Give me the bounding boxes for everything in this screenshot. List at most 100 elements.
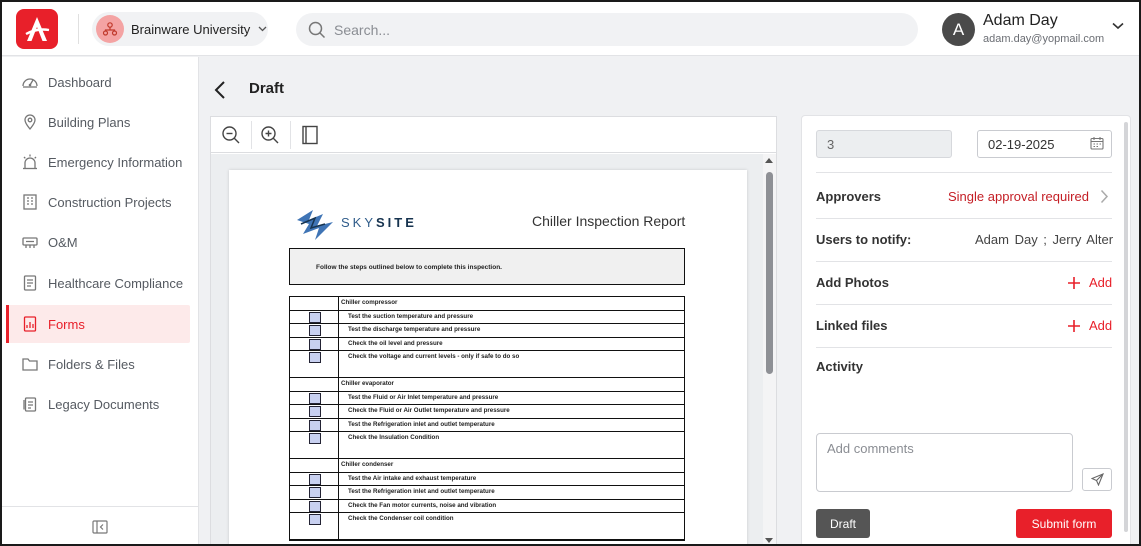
- draft-button[interactable]: Draft: [816, 509, 870, 538]
- checklist-check-cell: [290, 391, 339, 404]
- checklist-item-text: Test the Refrigeration inlet and outlet …: [348, 488, 495, 495]
- calendar-icon[interactable]: [1090, 136, 1104, 150]
- add-linked-files-button[interactable]: Add: [1068, 318, 1112, 333]
- instruction-box: Follow the steps outlined below to compl…: [289, 248, 685, 285]
- checklist-check-cell: [290, 351, 339, 377]
- checklist-checkbox[interactable]: [309, 392, 321, 404]
- form-number-field: 3: [816, 130, 952, 158]
- checklist-item-row: Test the suction temperature and pressur…: [290, 310, 684, 324]
- checklist-item-row: Check the voltage and current levels - o…: [290, 351, 684, 378]
- checklist-item-text: Test the suction temperature and pressur…: [348, 312, 474, 320]
- checklist-section-title: Chiller evaporator: [341, 380, 394, 387]
- checklist-checkbox[interactable]: [309, 406, 321, 417]
- map-pin-icon: [20, 112, 40, 132]
- app-logo[interactable]: [16, 9, 58, 49]
- checklist-checkbox[interactable]: [309, 352, 321, 363]
- checklist-checkbox[interactable]: [309, 514, 321, 525]
- checklist-check-cell: [290, 513, 339, 539]
- toolbar-separator: [251, 121, 252, 149]
- checklist-checkbox[interactable]: [309, 487, 321, 498]
- approvers-value[interactable]: Single approval required: [948, 189, 1089, 204]
- checklist-item-row: Test the Refrigeration inlet and outlet …: [290, 418, 684, 432]
- sidebar-item-label: Construction Projects: [48, 194, 172, 210]
- users-to-notify-value[interactable]: Adam Day ; Jerry Alter: [975, 232, 1113, 247]
- sidebar-item-healthcare-compliance[interactable]: Healthcare Compliance: [6, 264, 190, 302]
- checklist-check-cell: [290, 432, 339, 458]
- comments-input[interactable]: [816, 433, 1073, 492]
- panel-divider: [816, 218, 1112, 219]
- user-avatar[interactable]: A: [942, 13, 975, 46]
- zoom-out-button[interactable]: [219, 123, 243, 147]
- add-photos-button[interactable]: Add: [1068, 275, 1112, 290]
- checklist-section-title: Chiller compressor: [341, 299, 398, 306]
- app-logo-icon: [25, 17, 50, 41]
- instruction-text: Follow the steps outlined below to compl…: [316, 264, 502, 271]
- document-page: SKYSITE Chiller Inspection Report Follow…: [229, 170, 747, 544]
- checklist-item-text: Check the oil level and pressure: [348, 339, 443, 347]
- scroll-up-icon[interactable]: [765, 158, 773, 163]
- checklist-item-row: Check the oil level and pressure: [290, 337, 684, 351]
- checklist-checkbox[interactable]: [309, 419, 321, 431]
- user-name[interactable]: Adam Day: [983, 12, 1058, 30]
- send-icon: [1090, 473, 1104, 486]
- zoom-in-button[interactable]: [258, 123, 282, 147]
- chevron-down-icon: [258, 26, 267, 32]
- checklist-item-row: Check the Insulation Condition: [290, 432, 684, 459]
- equipment-icon: [20, 232, 40, 252]
- sidebar-item-building-plans[interactable]: Building Plans: [6, 103, 190, 141]
- toolbar-separator: [290, 121, 291, 149]
- back-arrow-icon[interactable]: [212, 80, 230, 100]
- building-icon: [20, 192, 40, 212]
- submit-form-button[interactable]: Submit form: [1016, 509, 1112, 538]
- org-network-icon: [102, 22, 118, 36]
- fit-page-button[interactable]: [298, 123, 322, 147]
- org-name: Brainware University: [131, 21, 251, 37]
- sidebar-item-folders-files[interactable]: Folders & Files: [6, 345, 190, 383]
- fit-page-icon: [302, 125, 318, 145]
- user-menu-chevron-icon[interactable]: [1112, 22, 1124, 30]
- checklist-checkbox[interactable]: [309, 433, 321, 444]
- checklist-check-cell: [290, 486, 339, 499]
- scroll-down-icon[interactable]: [765, 538, 773, 543]
- sidebar-item-construction-projects[interactable]: Construction Projects: [6, 183, 190, 221]
- sidebar-item-o-and-m[interactable]: O&M: [6, 223, 190, 261]
- checklist-checkbox[interactable]: [309, 500, 321, 512]
- checklist-check-cell: [290, 472, 339, 485]
- panel-divider: [816, 347, 1112, 348]
- checklist-item-row: Check the Condenser coil condition: [290, 513, 684, 540]
- checklist-check-cell: [290, 378, 339, 391]
- sidebar-item-label: Healthcare Compliance: [48, 275, 184, 291]
- header-divider: [78, 14, 79, 44]
- viewer-canvas[interactable]: SKYSITE Chiller Inspection Report Follow…: [211, 154, 776, 544]
- checklist-item-text: Check the voltage and current levels - o…: [348, 353, 520, 360]
- search-icon: [308, 21, 326, 38]
- document-viewer: SKYSITE Chiller Inspection Report Follow…: [210, 116, 777, 544]
- sidebar-item-label: Folders & Files: [48, 356, 135, 372]
- checklist-checkbox[interactable]: [309, 311, 321, 323]
- clipboard-icon: [20, 273, 40, 293]
- document-icon: [20, 394, 40, 414]
- sidebar-item-dashboard[interactable]: Dashboard: [6, 63, 190, 101]
- skysite-logo-icon: [297, 210, 333, 240]
- sidebar-divider: [2, 506, 198, 507]
- panel-scrollbar[interactable]: [1124, 122, 1128, 532]
- checklist-checkbox[interactable]: [309, 338, 321, 350]
- viewer-toolbar: [211, 117, 776, 153]
- checklist-checkbox[interactable]: [309, 325, 321, 336]
- checklist-checkbox[interactable]: [309, 473, 321, 485]
- collapse-sidebar-icon[interactable]: [92, 520, 108, 534]
- zoom-out-icon: [222, 126, 240, 144]
- viewer-scroll-thumb[interactable]: [766, 172, 773, 374]
- chevron-right-icon[interactable]: [1100, 189, 1109, 204]
- send-comment-button[interactable]: [1082, 468, 1112, 491]
- sidebar-item-legacy-documents[interactable]: Legacy Documents: [6, 385, 190, 423]
- sidebar-item-emergency-information[interactable]: Emergency Information: [6, 143, 190, 181]
- linked-files-label: Linked files: [816, 318, 888, 333]
- document-title: Chiller Inspection Report: [532, 213, 686, 229]
- search-bar[interactable]: [296, 13, 918, 46]
- checklist-item-text: Test the Fluid or Air Inlet temperature …: [348, 393, 499, 401]
- org-selector[interactable]: Brainware University: [92, 12, 268, 46]
- search-input[interactable]: [334, 21, 894, 38]
- checklist-item-row: Test the Fluid or Air Inlet temperature …: [290, 391, 684, 405]
- sidebar-item-forms[interactable]: Forms: [6, 305, 190, 343]
